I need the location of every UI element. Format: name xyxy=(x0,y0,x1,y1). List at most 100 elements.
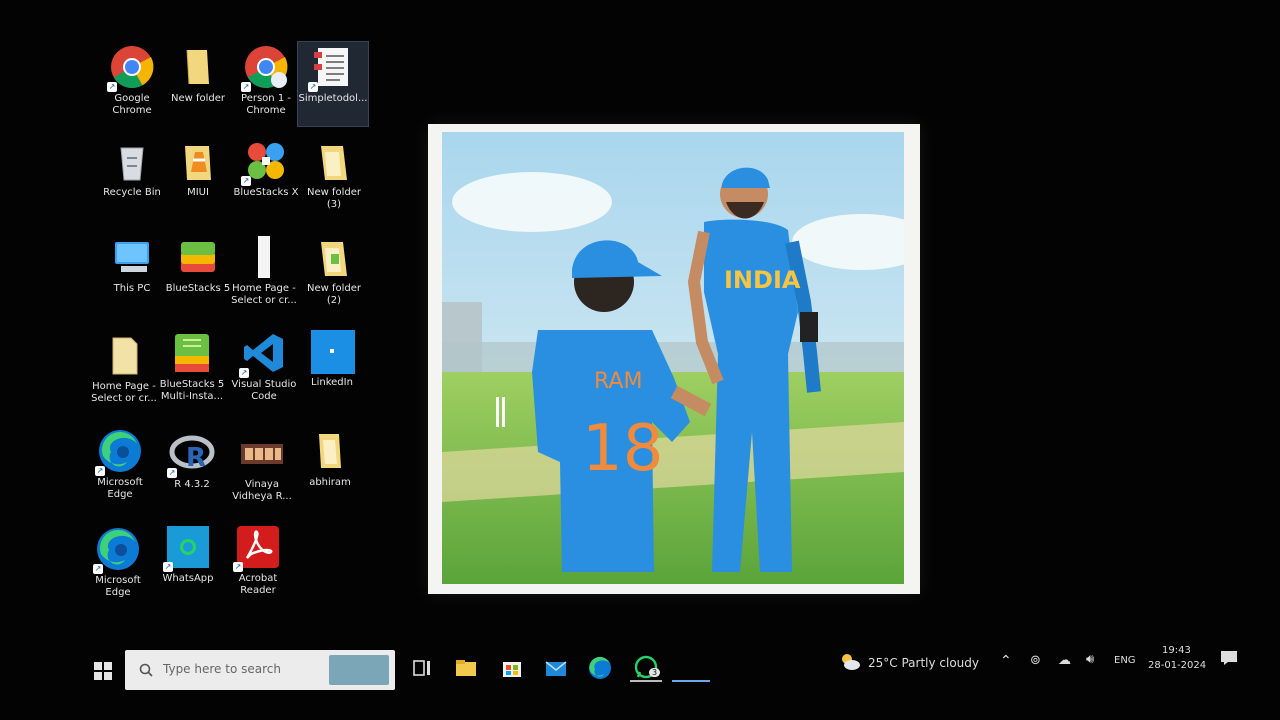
desktop-icon-label: WhatsApp xyxy=(162,573,214,584)
folder-icon xyxy=(311,138,357,184)
linkedin-icon xyxy=(309,328,355,374)
bluestacks-multi-instance-icon xyxy=(169,330,215,376)
wallpaper-image: INDIA RAM 18 xyxy=(442,132,904,584)
shortcut-arrow-icon: ↗ xyxy=(241,82,251,92)
shortcut-arrow-icon: ↗ xyxy=(93,564,103,574)
desktop-icon-bluestacks-multi[interactable]: BlueStacks 5 Multi-Insta... xyxy=(154,328,230,412)
desktop-icon-new-folder-3[interactable]: New folder (3) xyxy=(296,136,372,220)
meet-now-icon[interactable]: ⊚ xyxy=(1030,653,1041,668)
jersey-number: 18 xyxy=(582,412,663,486)
desktop-icon-miui[interactable]: MIUI xyxy=(160,136,236,220)
desktop-icon-label: Home Page - Select or cr... xyxy=(231,283,297,306)
shirt-text: INDIA xyxy=(724,266,801,294)
file-icon xyxy=(241,234,287,280)
search-highlight-image xyxy=(329,655,389,685)
desktop-icon-label: Person 1 - Chrome xyxy=(241,93,291,116)
desktop-icon-acrobat-reader[interactable]: ↗ Acrobat Reader xyxy=(220,522,296,606)
desktop-icon-label: BlueStacks X xyxy=(233,187,299,198)
clock-date[interactable]: 28-01-2024 xyxy=(1148,660,1206,671)
mail-icon xyxy=(545,661,567,676)
desktop-icon-label: This PC xyxy=(113,283,151,294)
bluestacks-x-icon: ↗ xyxy=(241,138,289,186)
taskbar-edge[interactable] xyxy=(586,654,614,682)
task-view-button[interactable] xyxy=(408,654,436,682)
desktop-icon-label: New folder (2) xyxy=(306,283,362,306)
desktop-icon-this-pc[interactable]: This PC xyxy=(94,232,170,316)
whatsapp-icon: ↗ xyxy=(163,524,211,572)
desktop-icon-bluestacks-x[interactable]: ↗ BlueStacks X xyxy=(228,136,304,220)
folder-icon xyxy=(456,660,476,676)
taskbar-store[interactable] xyxy=(498,654,526,682)
language-indicator[interactable]: ENG xyxy=(1114,655,1136,666)
desktop-icon-label: New folder (3) xyxy=(306,187,362,210)
show-hidden-icons-chevron-icon[interactable]: ⌃ xyxy=(1000,653,1012,669)
desktop-icon-home-page[interactable]: Home Page - Select or cr... xyxy=(226,232,302,316)
desktop-icon-whatsapp[interactable]: ↗ WhatsApp xyxy=(150,522,226,606)
volume-icon[interactable]: 🔊︎ xyxy=(1086,652,1094,667)
search-icon xyxy=(139,663,153,677)
desktop-icon-google-chrome[interactable]: ↗ Google Chrome xyxy=(94,42,170,126)
folder-icon xyxy=(175,44,221,90)
desktop-icon-label: MIUI xyxy=(187,187,209,198)
taskbar-file-explorer[interactable] xyxy=(452,654,480,682)
chrome-profile-icon: ↗ xyxy=(241,44,289,92)
desktop-icon-label: Simpletodol... xyxy=(298,93,368,104)
desktop-icon-microsoft-edge-2[interactable]: ↗ Microsoft Edge xyxy=(80,524,156,608)
wallpaper-photo-frame: INDIA RAM 18 xyxy=(428,124,920,594)
desktop-icon-label: abhiram xyxy=(309,477,351,488)
cloud-icon[interactable]: ☁ xyxy=(1058,653,1071,668)
search-placeholder: Type here to search xyxy=(163,662,281,676)
taskbar-search-box[interactable]: Type here to search xyxy=(125,650,395,690)
vlc-folder-icon xyxy=(175,138,221,184)
desktop-icon-linkedin[interactable]: LinkedIn xyxy=(294,326,370,410)
computer-icon xyxy=(109,234,155,280)
shortcut-arrow-icon: ↗ xyxy=(308,82,318,92)
shortcut-arrow-icon: ↗ xyxy=(233,562,243,572)
shortcut-arrow-icon: ↗ xyxy=(95,466,105,476)
shortcut-arrow-icon: ↗ xyxy=(107,82,117,92)
task-view-icon xyxy=(413,660,430,676)
desktop-icon-person-1-chrome[interactable]: ↗ Person 1 - Chrome xyxy=(228,42,304,126)
start-button[interactable] xyxy=(94,662,112,680)
edge-icon: ↗ xyxy=(95,428,143,476)
desktop-icon-label: Microsoft Edge xyxy=(95,575,141,598)
desktop-icon-simpletodo[interactable]: ↗ Simpletodol... xyxy=(297,41,369,127)
store-icon xyxy=(503,662,521,677)
desktop-icon-recycle-bin[interactable]: Recycle Bin xyxy=(94,136,170,220)
desktop-icon-microsoft-edge[interactable]: ↗ Microsoft Edge xyxy=(82,426,158,510)
weather-icon[interactable] xyxy=(838,650,862,674)
folder-icon xyxy=(307,428,353,474)
desktop-icon-new-folder[interactable]: New folder xyxy=(160,42,236,126)
shortcut-arrow-icon: ↗ xyxy=(241,176,251,186)
desktop-icon-bluestacks-5[interactable]: BlueStacks 5 xyxy=(160,232,236,316)
taskbar: Type here to search 3 25°C Partly cloudy xyxy=(80,640,1260,700)
taskbar-mail[interactable] xyxy=(542,654,570,682)
chrome-icon: ↗ xyxy=(107,44,155,92)
desktop-icon-home-page-2[interactable]: Home Page - Select or cr... xyxy=(86,330,162,414)
folder-icon xyxy=(311,234,357,280)
desktop-icon-abhiram[interactable]: abhiram xyxy=(292,426,368,510)
desktop-icon-label: BlueStacks 5 xyxy=(165,283,231,294)
desktop-icon-new-folder-2[interactable]: New folder (2) xyxy=(296,232,372,316)
taskbar-whatsapp[interactable]: 3 xyxy=(630,654,662,682)
notification-badge: 3 xyxy=(649,668,661,677)
svg-text:R: R xyxy=(186,443,206,473)
weather-text[interactable]: 25°C Partly cloudy xyxy=(868,656,979,670)
clock-time[interactable]: 19:43 xyxy=(1162,645,1191,656)
desktop-icon-vinaya[interactable]: Vinaya Vidheya R... xyxy=(224,428,300,512)
shortcut-arrow-icon: ↗ xyxy=(167,468,177,478)
notification-center-icon[interactable] xyxy=(1220,650,1238,666)
edge-icon xyxy=(589,656,611,679)
image-file-icon xyxy=(239,430,285,476)
recycle-bin-icon xyxy=(109,138,155,184)
desktop-icon-visual-studio-code[interactable]: ↗ Visual Studio Code xyxy=(226,328,302,412)
desktop-icon-label: Home Page - Select or cr... xyxy=(91,381,157,404)
desktop-icon-label: New folder xyxy=(170,93,226,104)
shortcut-arrow-icon: ↗ xyxy=(239,368,249,378)
desktop-icon-label: Vinaya Vidheya R... xyxy=(232,479,292,502)
acrobat-icon: ↗ xyxy=(233,524,281,572)
desktop-icon-r[interactable]: R ↗ R 4.3.2 xyxy=(154,428,230,512)
desktop-icon-label: Google Chrome xyxy=(112,93,152,116)
active-indicator xyxy=(630,680,662,682)
active-indicator xyxy=(672,680,710,682)
